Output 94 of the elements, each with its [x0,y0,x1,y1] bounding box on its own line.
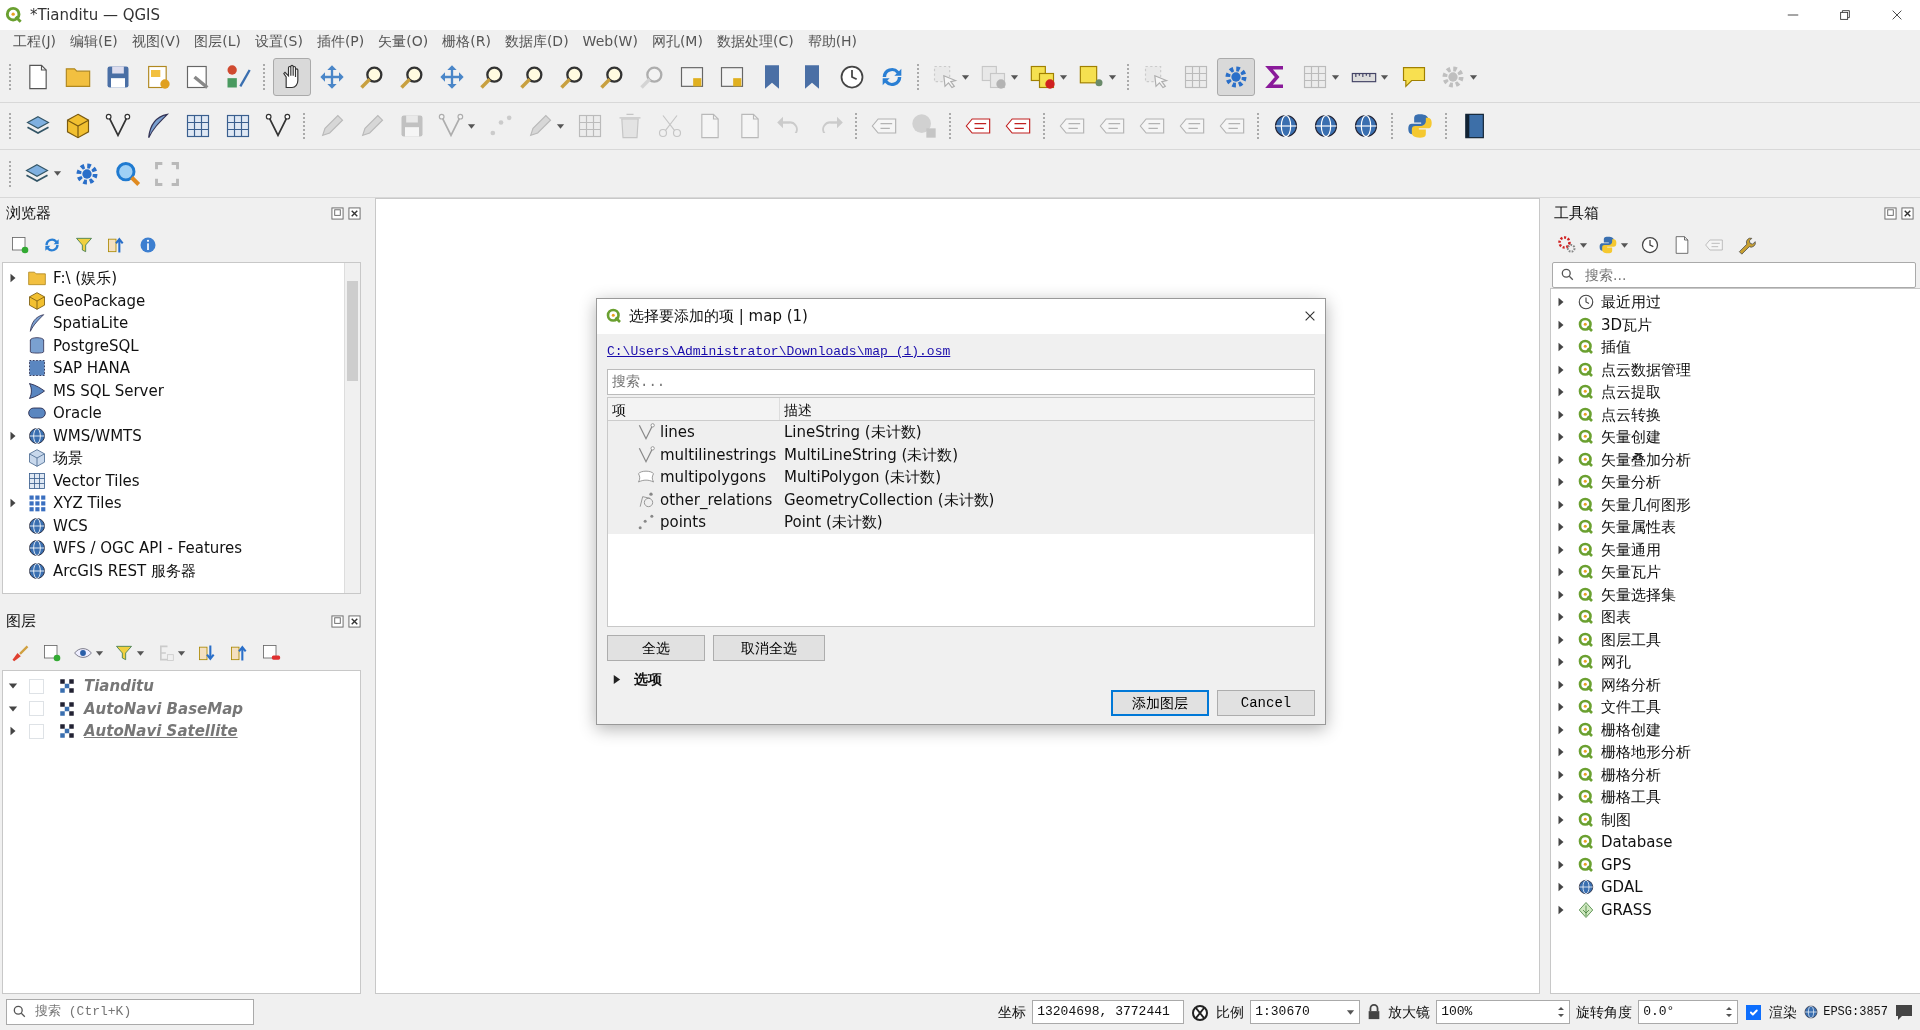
layer-name[interactable]: AutoNavi BaseMap [84,697,244,720]
menu-item[interactable]: 插件(P) [309,31,372,51]
rotation-field[interactable]: 0.0° [1638,1000,1739,1024]
search-box[interactable]: 搜索... [1552,262,1916,288]
tree-item[interactable]: Database [1601,831,1673,854]
tree-item[interactable]: 矢量通用 [1601,538,1661,561]
tree-item[interactable]: 矢量几何图形 [1601,493,1691,516]
tree-item[interactable]: 最近用过 [1601,291,1661,314]
coordinate-field[interactable]: 13204698, 3772441 [1032,1000,1185,1024]
window-title: *Tianditu — QGIS [30,4,162,26]
file-path-link[interactable]: C:\Users\Administrator\Downloads\map (1).osm [607,341,1315,361]
dialog-button[interactable]: Cancel [1217,690,1315,716]
table-cell[interactable]: points [660,511,707,534]
tree-item[interactable]: 栅格地形分析 [1601,741,1691,764]
menu-item[interactable]: 数据库(D) [497,31,576,51]
options-toggle[interactable]: 选项 [634,669,662,690]
tree-item[interactable]: ArcGIS REST 服务器 [53,559,197,582]
table-cell[interactable]: LineString (未计数) [780,421,922,444]
menu-item[interactable]: 矢量(O) [371,31,436,51]
tree-item[interactable]: GeoPackage [53,289,146,312]
tree-item[interactable]: 点云转换 [1601,403,1661,426]
table-cell[interactable]: Point (未计数) [780,511,883,534]
tree-item[interactable]: 矢量创建 [1601,426,1661,449]
field-label: 渲染 [1769,1002,1798,1022]
select-button[interactable]: 取消全选 [713,635,825,661]
column-header[interactable]: 描述 [780,398,1314,420]
tree-item[interactable]: PostgreSQL [53,334,139,357]
tree-item[interactable]: 插值 [1601,336,1631,359]
tree-item[interactable]: WMS/WMTS [53,424,142,447]
layer-name[interactable]: Tianditu [84,675,154,698]
menu-item[interactable]: 网孔(M) [644,31,710,51]
field-label: 比例 [1216,1002,1245,1022]
tree-item[interactable]: 栅格创建 [1601,718,1661,741]
table-cell[interactable]: multilinestrings [660,443,777,466]
tree-item[interactable]: 图层工具 [1601,628,1661,651]
tree-item[interactable]: Oracle [53,402,102,425]
tree-item[interactable]: MS SQL Server [53,379,164,402]
tree-item[interactable]: Vector Tiles [53,469,140,492]
panel-title: 浏览器 [6,202,51,224]
column-header[interactable]: 项 [608,398,780,420]
tree-item[interactable]: 场景 [53,447,83,470]
panel-title: 图层 [6,610,36,632]
tree-item[interactable]: GDAL [1601,876,1643,899]
tree-item[interactable]: WCS [53,514,88,537]
menu-item[interactable]: Web(W) [575,31,645,51]
tree-item[interactable]: 矢量属性表 [1601,516,1676,539]
crs-label[interactable]: EPSG:3857 [1823,1003,1888,1021]
tree-item[interactable]: 矢量瓦片 [1601,561,1661,584]
tree-item[interactable]: 点云提取 [1601,381,1661,404]
layer-name[interactable]: AutoNavi Satellite [84,720,238,743]
tree-item[interactable]: 点云数据管理 [1601,358,1691,381]
menu-item[interactable]: 图层(L) [187,31,249,51]
table-cell[interactable]: lines [660,421,695,444]
table-cell[interactable]: other_relations [660,488,773,511]
tree-item[interactable]: 网孔 [1601,651,1631,674]
scale-field[interactable]: 1:30670 [1250,1000,1361,1024]
menu-item[interactable]: 设置(S) [248,31,310,51]
tree-item[interactable]: 制图 [1601,808,1631,831]
table-cell[interactable]: MultiLineString (未计数) [780,443,959,466]
tree-item[interactable]: WFS / OGC API - Features [53,537,243,560]
tree-item[interactable]: SpatiaLite [53,312,129,335]
menu-item[interactable]: 工程(J) [6,31,64,51]
tree-item[interactable]: 文件工具 [1601,696,1661,719]
tree-item[interactable]: 矢量选择集 [1601,583,1676,606]
tree-item[interactable]: 图表 [1601,606,1631,629]
panel-title: 工具箱 [1554,202,1599,224]
tree-item[interactable]: 矢量分析 [1601,471,1661,494]
search-field[interactable]: 搜索... [607,369,1315,395]
tree-item[interactable]: XYZ Tiles [53,492,122,515]
tree-item[interactable]: GPS [1601,853,1632,876]
tree-item[interactable]: 矢量叠加分析 [1601,448,1691,471]
field-label: 旋转角度 [1576,1002,1633,1022]
tree-item[interactable]: SAP HANA [53,357,130,380]
tree-item[interactable]: F:\ (娱乐) [53,267,118,290]
menu-item[interactable]: 编辑(E) [63,31,125,51]
tree-item[interactable]: 网络分析 [1601,673,1661,696]
field-label: 坐标 [998,1002,1027,1022]
menu-item[interactable]: 帮助(H) [800,31,865,51]
menu-item[interactable]: 数据处理(C) [709,31,801,51]
tree-item[interactable]: GRASS [1601,898,1652,921]
dialog-title: 选择要添加的项 | map (1) [629,306,809,327]
dialog-button[interactable]: 添加图层 [1111,690,1209,716]
table-cell[interactable]: MultiPolygon (未计数) [780,466,942,489]
menu-item[interactable]: 视图(V) [124,31,188,51]
field-label: 放大镜 [1388,1002,1431,1022]
tree-item[interactable]: 栅格分析 [1601,763,1661,786]
select-button[interactable]: 全选 [607,635,705,661]
tree-item[interactable]: 栅格工具 [1601,786,1661,809]
table-cell[interactable]: GeometryCollection (未计数) [780,488,995,511]
table-cell[interactable]: multipolygons [660,466,767,489]
menu-item[interactable]: 栅格(R) [435,31,498,51]
magnifier-field[interactable]: 100% [1436,1000,1571,1024]
search-box[interactable]: 搜索 (Ctrl+K) [6,999,254,1025]
tree-item[interactable]: 3D瓦片 [1601,313,1653,336]
